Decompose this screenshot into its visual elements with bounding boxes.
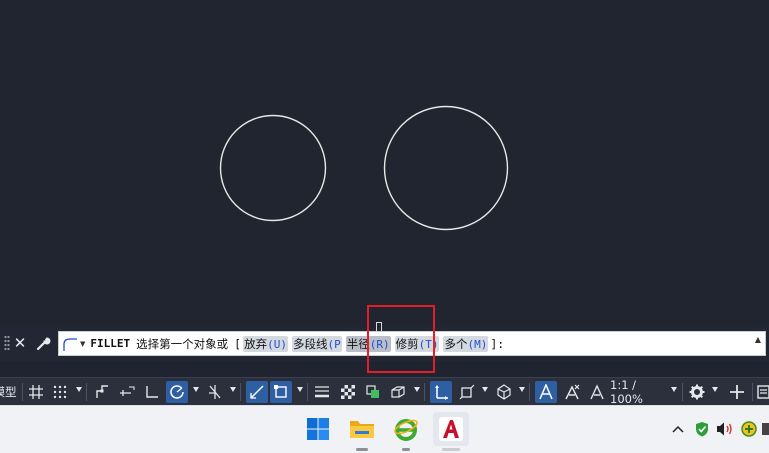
command-name: FILLET — [90, 337, 131, 350]
status-separator — [752, 383, 753, 401]
security-shield-icon[interactable] — [693, 420, 711, 438]
status-bar: 模型 — [0, 377, 769, 406]
object-snap-dropdown-icon[interactable] — [297, 387, 303, 392]
option-polyline-key: (P — [327, 337, 341, 351]
object-snap-tracking-icon[interactable] — [246, 381, 268, 403]
wrench-icon[interactable] — [35, 335, 51, 351]
workspace-dropdown-icon[interactable] — [712, 387, 718, 392]
command-input[interactable]: ▼ FILLET 选择第一个对象或 [ 放弃(U) 多段线(P 半径(R) 修剪… — [58, 331, 766, 356]
grid-icon[interactable] — [26, 381, 46, 403]
autocad-icon[interactable] — [433, 412, 469, 446]
option-multiple[interactable]: 多个(M) — [443, 335, 489, 352]
option-trim[interactable]: 修剪(T) — [394, 335, 440, 352]
model-tab[interactable]: 模型 — [0, 381, 20, 403]
ortho-mode-icon[interactable] — [142, 381, 162, 403]
isodraft-dropdown-icon[interactable] — [230, 387, 236, 392]
command-history-scroll-icon[interactable]: ▲ — [755, 335, 761, 344]
option-undo-label: 放弃 — [244, 336, 268, 351]
status-separator — [424, 383, 425, 401]
selection-cycling-icon[interactable] — [362, 381, 384, 403]
command-prompt: 选择第一个对象或 — [136, 336, 229, 351]
status-separator — [682, 383, 683, 401]
annotation-scale-value[interactable]: 1:1 / 100% — [610, 378, 668, 406]
gizmo-dropdown-icon[interactable] — [519, 387, 525, 392]
ie-browser-icon[interactable] — [391, 414, 421, 444]
infer-constraints-icon[interactable] — [92, 381, 112, 403]
option-undo-key: (U) — [267, 337, 287, 351]
option-polyline-label: 多段线 — [292, 336, 328, 351]
circle-left[interactable] — [219, 114, 327, 222]
circle-right[interactable] — [383, 105, 509, 231]
3d-osnap-dropdown-icon[interactable] — [414, 387, 420, 392]
annotation-scale-dropdown-icon[interactable] — [671, 387, 677, 392]
option-multiple-label: 多个 — [444, 336, 468, 351]
selection-filtering-dropdown-icon[interactable] — [482, 387, 488, 392]
plus-icon[interactable] — [726, 381, 748, 403]
option-undo[interactable]: 放弃(U) — [243, 335, 288, 352]
option-radius[interactable]: 半径(R) — [345, 335, 391, 352]
recent-commands-dropdown-icon[interactable]: ▼ — [80, 340, 85, 348]
network-icon[interactable] — [762, 420, 769, 438]
drawing-canvas[interactable] — [0, 0, 769, 327]
file-explorer-running-indicator — [356, 448, 368, 451]
annotation-visibility-icon[interactable] — [535, 381, 557, 403]
status-separator — [22, 383, 23, 401]
option-trim-label: 修剪 — [395, 336, 419, 351]
polar-dropdown-icon[interactable] — [193, 387, 199, 392]
snap-dropdown-icon[interactable] — [76, 387, 82, 392]
dynamic-input-icon[interactable] — [117, 381, 137, 403]
fillet-command-icon — [63, 337, 77, 351]
dynamic-ucs-icon[interactable] — [430, 381, 452, 403]
option-polyline[interactable]: 多段线(P — [291, 335, 342, 352]
option-radius-key: (R) — [369, 337, 390, 351]
status-separator — [240, 383, 241, 401]
file-explorer-icon[interactable] — [347, 414, 377, 444]
windows-start-icon[interactable] — [303, 414, 333, 444]
gear-icon[interactable] — [686, 381, 708, 403]
annotation-scale-icon[interactable] — [587, 381, 607, 403]
option-radius-label: 半径 — [346, 336, 370, 351]
volume-icon[interactable] — [716, 420, 734, 438]
autocad-active-indicator — [442, 448, 460, 451]
transparency-icon[interactable] — [337, 381, 359, 403]
3d-osnap-icon[interactable] — [387, 381, 409, 403]
lineweight-icon[interactable] — [312, 381, 332, 403]
ie-running-indicator — [402, 448, 410, 451]
status-separator — [307, 383, 308, 401]
polar-tracking-icon[interactable] — [166, 381, 188, 403]
status-separator — [86, 383, 87, 401]
model-tab-label: 模型 — [0, 385, 17, 399]
isodraft-icon[interactable] — [205, 381, 225, 403]
windows-taskbar — [0, 405, 769, 453]
plus-circle-tray-icon[interactable] — [740, 420, 758, 438]
options-close-bracket: ]: — [490, 336, 505, 351]
auto-scale-icon[interactable] — [561, 381, 583, 403]
gizmo-icon[interactable] — [493, 381, 515, 403]
chevron-up-icon[interactable] — [671, 420, 685, 438]
command-line-grip[interactable] — [4, 335, 10, 351]
status-separator — [529, 383, 530, 401]
option-trim-key: (T) — [418, 337, 439, 351]
options-open-bracket: [ — [234, 336, 242, 351]
customize-menu-icon[interactable] — [755, 381, 769, 403]
option-multiple-key: (M) — [467, 337, 488, 351]
command-line-bar: ✕ ▼ FILLET 选择第一个对象或 [ 放弃(U) 多段线(P 半径(R) … — [0, 327, 769, 361]
model-space[interactable] — [0, 0, 769, 327]
selection-filtering-icon[interactable] — [456, 381, 478, 403]
close-icon[interactable]: ✕ — [12, 334, 28, 352]
object-snap-icon[interactable] — [270, 381, 292, 403]
snap-grid-icon[interactable] — [50, 381, 70, 403]
crosshair-cursor — [376, 322, 382, 331]
annotation-scale-label: 1:1 / 100% — [610, 378, 643, 406]
